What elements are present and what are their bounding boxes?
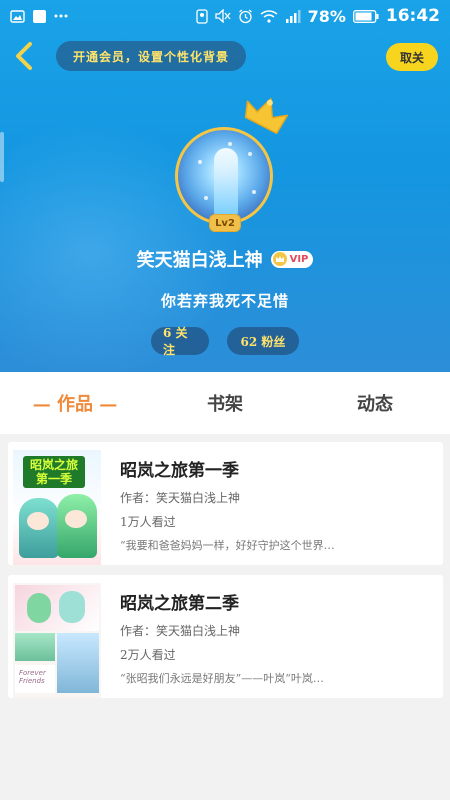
list-item[interactable]: 昭岚之旅 第一季 昭岚之旅第一季 作者：笑天猫白浅上神 1万人看过 “我要和爸爸… <box>8 442 443 565</box>
unfollow-button[interactable]: 取关 <box>386 43 438 71</box>
vip-crown-icon <box>272 252 287 266</box>
more-dots-icon <box>54 14 68 18</box>
app-icon <box>33 9 46 23</box>
edge-indicator <box>0 132 4 182</box>
location-icon <box>195 8 208 24</box>
back-button[interactable] <box>10 40 38 72</box>
wifi-icon <box>260 9 278 23</box>
username: 笑天猫白浅上神 <box>136 250 263 271</box>
level-badge: Lv2 <box>209 214 241 232</box>
work-title: 昭岚之旅第二季 <box>120 594 239 614</box>
work-cover-image: Forever Friends <box>13 583 101 698</box>
avatar-image <box>175 127 273 225</box>
work-views: 1万人看过 <box>120 515 176 529</box>
username-row: 笑天猫白浅上神 VIP <box>0 246 450 272</box>
cover-title-text: 昭岚之旅 第一季 <box>23 456 85 488</box>
profile-tabs: — 作品 — 书架 动态 <box>0 372 450 434</box>
list-item[interactable]: Forever Friends 昭岚之旅第二季 作者：笑天猫白浅上神 2万人看过… <box>8 575 443 698</box>
tab-works[interactable]: — 作品 — <box>0 390 150 416</box>
work-title: 昭岚之旅第一季 <box>120 461 239 481</box>
tab-activity[interactable]: 动态 <box>300 390 450 416</box>
clock: 16:42 <box>385 6 440 26</box>
work-views: 2万人看过 <box>120 648 176 662</box>
mute-icon <box>214 9 231 23</box>
alarm-icon <box>238 8 253 24</box>
work-cover-image: 昭岚之旅 第一季 <box>13 450 101 565</box>
work-description: “张昭我们永远是好朋友”——叶岚“叶岚… <box>120 672 324 685</box>
avatar[interactable] <box>175 127 273 225</box>
battery-percent: 78% <box>307 6 346 26</box>
chevron-left-icon <box>16 42 32 70</box>
battery-icon <box>352 9 379 23</box>
vip-background-banner[interactable]: 开通会员，设置个性化背景 <box>56 41 246 71</box>
user-stats: 6 关注 62 粉丝 <box>0 326 450 357</box>
vip-badge-label: VIP <box>289 253 309 265</box>
user-signature: 你若弃我死不足惜 <box>160 292 289 310</box>
work-author: 作者：笑天猫白浅上神 <box>120 624 241 638</box>
following-count[interactable]: 6 关注 <box>151 326 209 357</box>
followers-count[interactable]: 62 粉丝 <box>227 327 299 355</box>
tab-bookshelf[interactable]: 书架 <box>150 390 300 416</box>
cover-caption-text: Forever Friends <box>15 665 55 693</box>
work-description: “我要和爸爸妈妈一样，好好守护这个世界… <box>120 539 335 552</box>
works-list: 昭岚之旅 第一季 昭岚之旅第一季 作者：笑天猫白浅上神 1万人看过 “我要和爸爸… <box>0 434 450 800</box>
vip-badge[interactable]: VIP <box>270 250 314 268</box>
status-bar: 78% 16:42 <box>0 0 450 32</box>
work-author: 作者：笑天猫白浅上神 <box>120 491 241 505</box>
signal-icon <box>285 9 301 23</box>
image-icon <box>10 9 25 23</box>
